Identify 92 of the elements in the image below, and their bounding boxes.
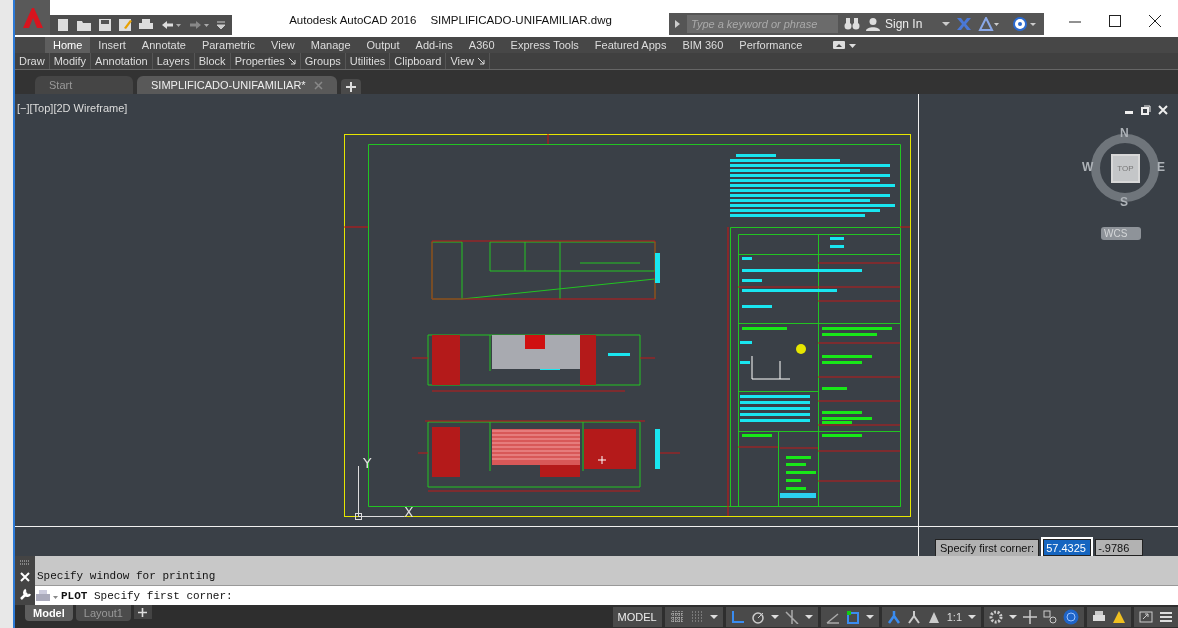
print-icon[interactable] [138,18,154,32]
ortho-icon[interactable] [730,609,745,624]
compass-letter[interactable]: N [1120,126,1129,140]
compass-letter[interactable]: E [1157,160,1165,174]
file-tab[interactable]: SIMPLIFICADO-UNIFAMILIAR* [137,76,337,94]
ribbon-panel-button[interactable]: Utilities [345,53,391,69]
caret-icon[interactable] [709,613,718,620]
ribbon-panel-button[interactable]: Block [194,53,231,69]
ribbon-tab[interactable]: BIM 360 [674,37,732,53]
new-tab-button[interactable] [340,79,361,94]
plus-icon[interactable] [1023,609,1037,624]
ribbon-tab[interactable]: View [263,37,303,53]
expand-arrow-icon[interactable] [673,19,681,29]
grid-icon[interactable] [669,609,684,624]
ribbon-tab[interactable]: A360 [460,37,503,53]
ribbon-panel-button[interactable]: Modify [49,53,92,69]
close-icon[interactable] [1148,14,1162,28]
isometric-icon[interactable] [784,609,799,624]
new-file-icon[interactable] [56,18,70,32]
open-folder-icon[interactable] [76,18,92,32]
caret-icon[interactable] [1009,613,1017,620]
user-icon [866,17,880,31]
ribbon-tab[interactable]: Annotate [133,37,194,53]
ribbon-panel-button[interactable]: Draw [15,53,50,69]
ribbon-tab[interactable]: Performance [731,37,811,53]
ribbon-panel-button[interactable]: View [446,53,491,69]
new-layout-button[interactable] [133,605,152,619]
compass-letter[interactable]: W [1082,160,1094,174]
annotation-visibility-icon[interactable] [906,609,921,624]
ribbon-tab[interactable]: Home [45,37,91,53]
viewport-controls[interactable]: [−][Top][2D Wireframe] [17,102,128,114]
restore-icon[interactable] [1141,105,1151,115]
warning-icon[interactable] [1112,609,1126,624]
ribbon-tab[interactable]: Add-ins [407,37,461,53]
ribbon-tab[interactable]: Parametric [193,37,264,53]
undo-icon[interactable] [160,18,182,32]
search-field[interactable]: Type a keyword or phrase [687,15,838,33]
ribbon-tab[interactable]: Featured Apps [586,37,675,53]
caret-icon[interactable] [770,613,779,620]
wrench-icon[interactable] [19,588,31,600]
help-icon[interactable] [1012,16,1038,32]
command-history-line: Specify window for printing [37,570,216,582]
model-space-button[interactable]: MODEL [612,606,662,627]
dynamic-input-prompt: Specify first corner: [935,539,1040,556]
menu-icon[interactable] [1159,609,1173,624]
file-tab-label: Start [49,79,73,91]
sign-in-button[interactable]: Sign In [866,17,930,31]
save-as-icon[interactable] [118,18,132,32]
x-coordinate-field[interactable]: 57.4325 [1043,539,1092,556]
caret-icon[interactable] [804,613,813,620]
x-axis-label: X [404,504,414,520]
isolate-objects-icon[interactable] [1043,609,1057,624]
ribbon-panel-button[interactable]: Layers [152,53,195,69]
fullscreen-icon[interactable] [1139,609,1153,624]
annotation-figure-icon[interactable] [886,609,901,624]
launcher-arrow-icon [287,57,296,65]
maximize-icon[interactable] [1108,14,1122,28]
ribbon-panel-button[interactable]: Annotation [91,53,153,69]
command-prompt-text: PLOT Specify first corner: [61,589,233,602]
file-title: SIMPLIFICADO-UNIFAMILIAR.dwg [430,14,612,26]
redo-icon[interactable] [188,18,210,32]
ribbon-tab[interactable]: Insert [90,37,134,53]
launcher-arrow-icon [477,57,486,65]
command-input-field[interactable]: PLOT Specify first corner: [35,585,1178,605]
caret-icon[interactable] [865,613,874,620]
ribbon-panel-button[interactable]: Properties [230,53,301,69]
printer-icon[interactable] [1092,609,1106,624]
grip-handle-icon[interactable] [20,560,30,566]
object-snap-icon[interactable] [845,609,860,624]
gear-icon[interactable] [989,609,1003,624]
plus-icon [345,81,356,92]
ribbon-tab[interactable]: Manage [302,37,359,53]
plus-icon [138,607,148,617]
polar-tracking-icon[interactable] [750,609,765,624]
ribbon-panel-button[interactable]: Groups [300,53,346,69]
file-tab-label: SIMPLIFICADO-UNIFAMILIAR* [151,79,306,91]
layout-tab[interactable]: Model [25,605,73,621]
ribbon-tab[interactable]: Express Tools [502,37,587,53]
caret-icon[interactable] [942,21,950,27]
app-logo-icon [20,5,45,30]
save-icon[interactable] [98,18,112,32]
caret-icon[interactable] [968,613,976,620]
binoculars-icon[interactable] [844,17,860,31]
ribbon-panel-button[interactable]: Clipboard [390,53,447,69]
customize-caret-icon[interactable] [216,18,226,32]
ribbon-tab[interactable]: Output [358,37,408,53]
annotation-scale-value[interactable]: 1:1 [946,610,962,623]
app-title: Autodesk AutoCAD 2016 [289,14,417,26]
ribbon-display-icon[interactable] [832,39,859,51]
y-coordinate-field[interactable]: -.9786 [1095,539,1144,556]
hardware-acceleration-icon[interactable] [1063,608,1079,625]
a360-icon[interactable] [978,17,1000,31]
